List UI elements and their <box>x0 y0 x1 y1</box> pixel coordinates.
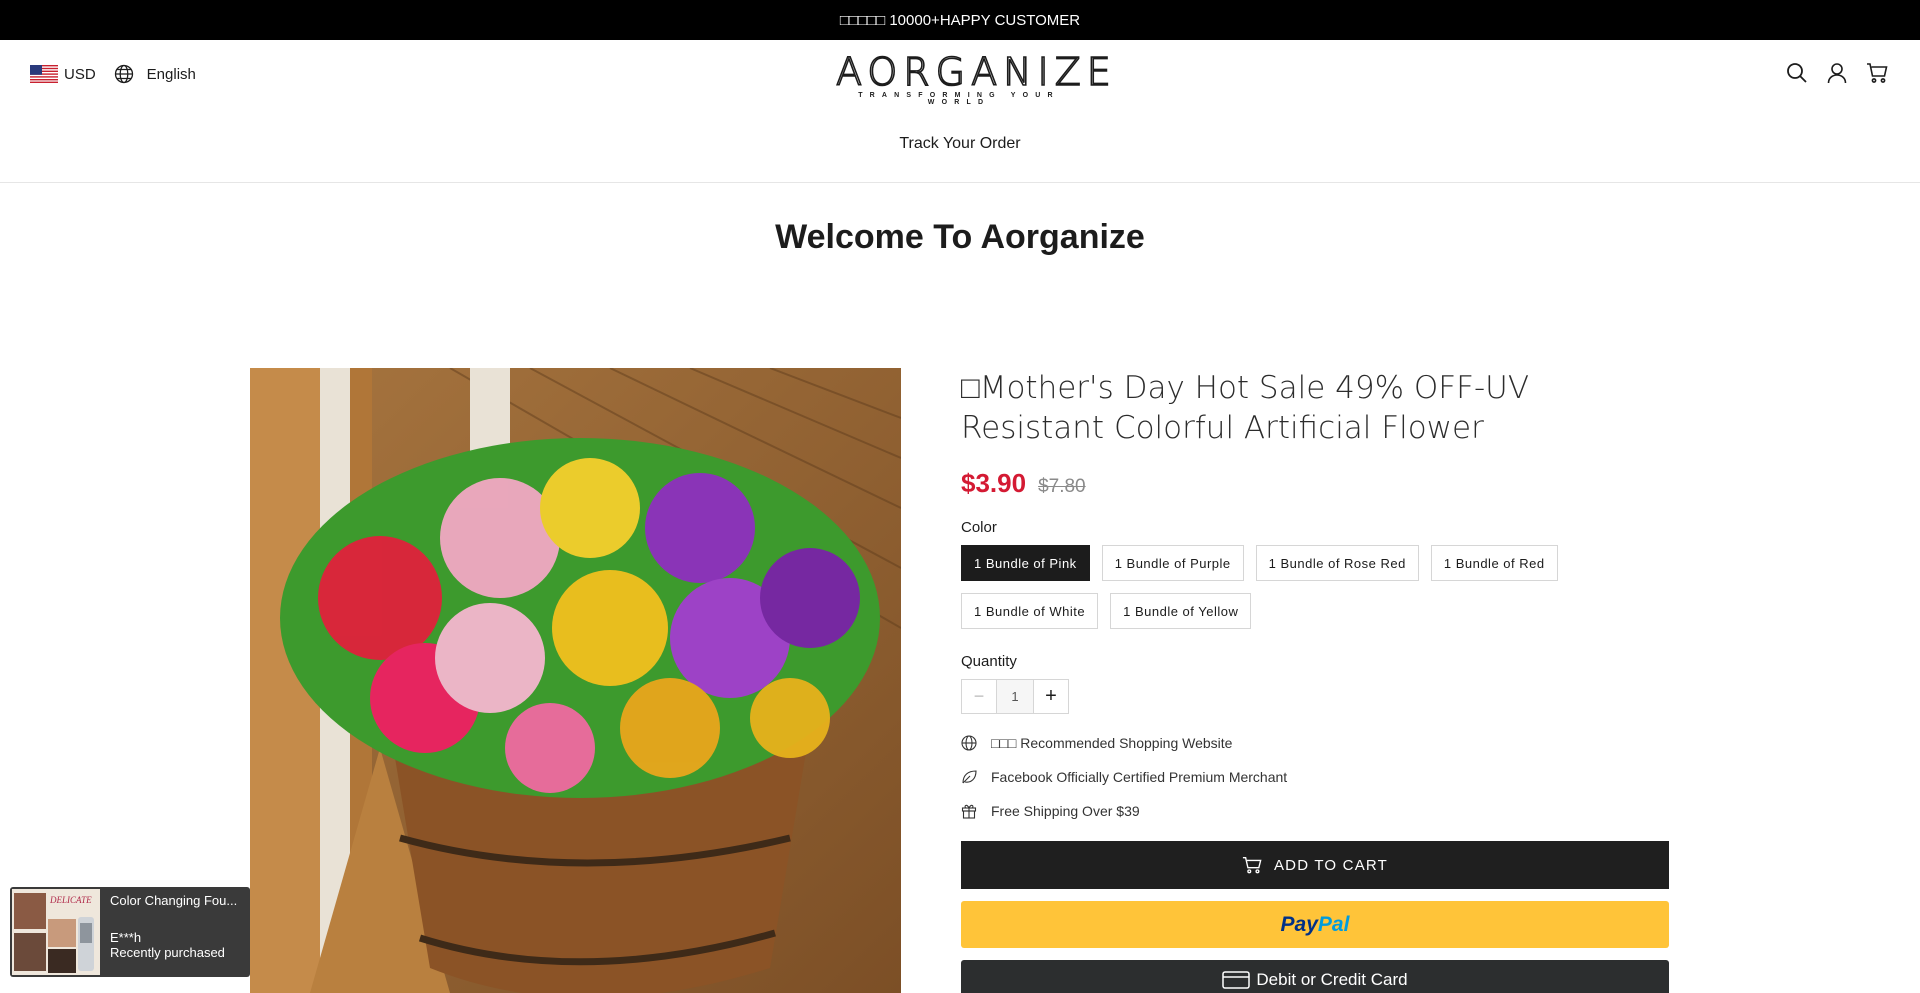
color-label: Color <box>961 519 997 536</box>
color-option-yellow[interactable]: 1 Bundle of Yellow <box>1110 593 1252 629</box>
add-to-cart-label: ADD TO CART <box>1273 856 1389 874</box>
color-option-rose-red[interactable]: 1 Bundle of Rose Red <box>1255 545 1419 581</box>
cart-icon[interactable] <box>1866 62 1888 84</box>
quantity-stepper: − 1 + <box>961 679 1669 714</box>
paypal-logo-pal: Pal <box>1317 912 1350 936</box>
paypal-logo-pay: Pay <box>1280 912 1318 936</box>
nav-track-order[interactable]: Track Your Order <box>899 135 1020 152</box>
search-icon[interactable] <box>1786 62 1808 84</box>
main-nav: Track Your Order <box>0 135 1920 153</box>
color-option-white[interactable]: 1 Bundle of White <box>961 593 1099 629</box>
feature-text: □□□ Recommended Shopping Website <box>991 735 1233 751</box>
feature-item: Free Shipping Over $39 <box>961 794 1669 828</box>
product-title: □Mother's Day Hot Sale 49% OFF-UV Resist… <box>961 370 1530 446</box>
card-button-label: Debit or Credit Card <box>1256 970 1408 989</box>
color-option-pink[interactable]: 1 Bundle of Pink <box>961 545 1090 581</box>
color-options: 1 Bundle of Pink 1 Bundle of Purple 1 Bu… <box>961 545 1621 629</box>
add-to-cart-button[interactable]: ADD TO CART <box>961 841 1669 889</box>
header-icons <box>1786 62 1888 84</box>
cart-icon <box>1242 857 1262 874</box>
toast-status: Recently purchased <box>110 945 225 960</box>
announcement-text: □□□□□ 10000+HAPPY CUSTOMER <box>839 11 1081 29</box>
quantity-label: Quantity <box>961 653 1017 670</box>
toast-product-name: Color Changing Fou... <box>110 893 238 908</box>
toast-text: Color Changing Fou... E***h Recently pur… <box>102 887 237 977</box>
globe-icon[interactable] <box>114 64 134 84</box>
language-selector[interactable]: English <box>147 66 196 83</box>
price-row: $3.90 $7.80 <box>961 468 1669 499</box>
currency-selector[interactable]: USD <box>64 66 96 83</box>
sale-price: $3.90 <box>961 468 1027 498</box>
feature-text: Free Shipping Over $39 <box>991 803 1140 819</box>
logo-text: AORGANIZE <box>835 50 1117 94</box>
page-title: Welcome To Aorganize <box>775 218 1145 256</box>
quantity-decrease-button[interactable]: − <box>961 679 997 714</box>
quantity-increase-button[interactable]: + <box>1033 679 1069 714</box>
product-image[interactable] <box>250 368 901 993</box>
logo-tagline: TRANSFORMING YOUR WORLD <box>858 92 1060 106</box>
feature-text: Facebook Officially Certified Premium Me… <box>991 769 1288 785</box>
product-info: □Mother's Day Hot Sale 49% OFF-UV Resist… <box>961 368 1669 993</box>
credit-card-icon <box>1222 971 1251 989</box>
locale-selector: USD English <box>30 64 196 84</box>
site-logo[interactable]: AORGANIZE TRANSFORMING YOUR WORLD <box>835 50 1117 106</box>
feature-item: □□□ Recommended Shopping Website <box>961 726 1669 760</box>
gift-icon <box>961 804 977 819</box>
paypal-button[interactable]: Pay Pal <box>961 901 1669 948</box>
site-header: USD English AORGANIZE TRANSFORMING YOUR … <box>0 40 1920 183</box>
toast-buyer: E***h <box>110 930 142 945</box>
compare-price: $7.80 <box>1038 476 1086 497</box>
leaf-icon <box>962 770 977 784</box>
us-flag-icon[interactable] <box>30 65 58 83</box>
globe-icon <box>961 735 977 751</box>
color-option-red[interactable]: 1 Bundle of Red <box>1430 545 1558 581</box>
announcement-bar: □□□□□ 10000+HAPPY CUSTOMER <box>0 0 1920 40</box>
quantity-input[interactable]: 1 <box>997 679 1033 714</box>
account-icon[interactable] <box>1826 62 1848 84</box>
flower-pot-illustration <box>250 368 901 993</box>
feature-list: □□□ Recommended Shopping Website Faceboo… <box>961 726 1669 828</box>
color-option-purple[interactable]: 1 Bundle of Purple <box>1101 545 1244 581</box>
toast-product-thumbnail: DELICATE <box>12 889 100 975</box>
toast-thumb-label: DELICATE <box>49 895 92 905</box>
feature-item: Facebook Officially Certified Premium Me… <box>961 760 1669 794</box>
recent-purchase-popup[interactable]: DELICATE Color Changing Fou... E***h Rec… <box>10 887 250 977</box>
debit-credit-card-button[interactable]: Debit or Credit Card <box>961 960 1669 993</box>
